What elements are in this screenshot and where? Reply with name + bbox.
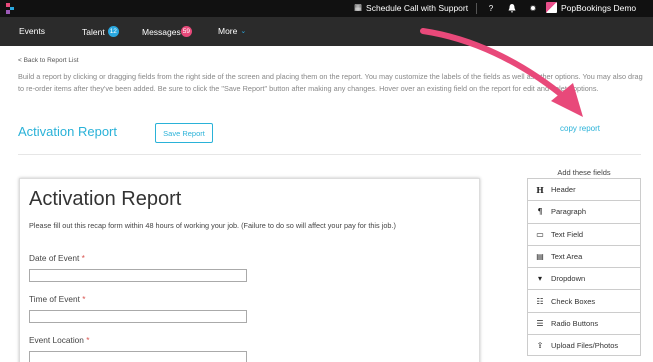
add-checkboxes-label: Check Boxes bbox=[551, 296, 596, 306]
header-icon: H bbox=[536, 184, 544, 195]
nav-events-label: Events bbox=[19, 26, 45, 36]
nav-talent-label: Talent bbox=[82, 26, 105, 37]
field-label-location: Event Location * bbox=[29, 335, 90, 345]
divider bbox=[476, 3, 477, 14]
copy-report-link[interactable]: copy report bbox=[560, 124, 600, 133]
save-report-button[interactable]: Save Report bbox=[155, 123, 213, 143]
nav-events[interactable]: Events bbox=[19, 26, 45, 36]
dropdown-icon: ▾ bbox=[537, 274, 542, 284]
add-text-field-button[interactable]: ▭ Text Field bbox=[527, 222, 641, 245]
talent-count-badge: 12 bbox=[107, 26, 119, 37]
messages-count-badge: 59 bbox=[180, 26, 192, 37]
add-radio-buttons-label: Radio Buttons bbox=[551, 318, 599, 328]
back-to-report-list-link[interactable]: < Back to Report List bbox=[18, 57, 79, 64]
time-of-event-input[interactable] bbox=[29, 310, 247, 323]
logo-icon[interactable] bbox=[6, 3, 14, 14]
paragraph-icon: ¶ bbox=[537, 207, 543, 217]
instructions-text: Build a report by clicking or dragging f… bbox=[18, 72, 643, 93]
report-title: Activation Report bbox=[18, 124, 117, 139]
account-menu[interactable]: PopBookings Demo bbox=[546, 2, 636, 13]
help-icon[interactable]: ? bbox=[486, 3, 496, 13]
field-label-time: Time of Event * bbox=[29, 294, 86, 304]
chevron-down-icon: ⌄ bbox=[240, 28, 247, 35]
radio-buttons-icon: ☰ bbox=[536, 318, 544, 328]
schedule-call-link[interactable]: ▦ Schedule Call with Support bbox=[354, 2, 468, 13]
add-radio-buttons-button[interactable]: ☰ Radio Buttons bbox=[527, 311, 641, 335]
report-form-canvas[interactable]: Activation Report Please fill out this r… bbox=[19, 178, 480, 362]
field-palette: H Header ¶ Paragraph ▭ Text Field ▤ Text… bbox=[527, 178, 641, 357]
gear-icon[interactable]: ✹ bbox=[528, 3, 538, 13]
nav-messages-label: Messages bbox=[142, 26, 181, 37]
palette-title: Add these fields bbox=[557, 168, 611, 177]
add-upload-button[interactable]: ⇪ Upload Files/Photos bbox=[527, 334, 641, 357]
calendar-icon: ▦ bbox=[354, 2, 363, 12]
add-checkboxes-button[interactable]: ☷ Check Boxes bbox=[527, 289, 641, 312]
text-field-icon: ▭ bbox=[536, 229, 544, 239]
upload-icon: ⇪ bbox=[536, 340, 544, 350]
add-header-button[interactable]: H Header bbox=[527, 178, 641, 201]
schedule-call-label: Schedule Call with Support bbox=[366, 2, 469, 13]
nav-talent[interactable]: Talent 12 bbox=[82, 26, 119, 37]
date-of-event-input[interactable] bbox=[29, 269, 247, 282]
add-dropdown-label: Dropdown bbox=[551, 274, 586, 284]
add-dropdown-button[interactable]: ▾ Dropdown bbox=[527, 267, 641, 290]
event-location-input[interactable] bbox=[29, 351, 247, 362]
bell-icon[interactable] bbox=[507, 3, 517, 13]
add-text-area-label: Text Area bbox=[551, 252, 583, 262]
avatar bbox=[546, 2, 557, 13]
field-label-date: Date of Event * bbox=[29, 253, 85, 263]
checkboxes-icon: ☷ bbox=[536, 296, 544, 306]
brand-name: PopBookings Demo bbox=[561, 2, 637, 13]
add-text-field-label: Text Field bbox=[551, 229, 584, 239]
add-header-label: Header bbox=[551, 185, 576, 195]
divider bbox=[18, 154, 641, 155]
main-nav: Events Talent 12 Messages 59 More ⌄ bbox=[0, 17, 653, 46]
add-upload-label: Upload Files/Photos bbox=[551, 340, 619, 350]
nav-more-label: More bbox=[218, 26, 238, 36]
add-paragraph-label: Paragraph bbox=[551, 207, 587, 217]
nav-messages[interactable]: Messages 59 bbox=[142, 26, 192, 37]
top-bar: ▦ Schedule Call with Support ? ✹ PopBook… bbox=[0, 0, 653, 17]
add-text-area-button[interactable]: ▤ Text Area bbox=[527, 244, 641, 268]
form-title: Activation Report bbox=[29, 188, 182, 210]
text-area-icon: ▤ bbox=[536, 252, 544, 262]
nav-more[interactable]: More ⌄ bbox=[218, 26, 246, 36]
form-description: Please fill out this recap form within 4… bbox=[29, 221, 396, 230]
add-paragraph-button[interactable]: ¶ Paragraph bbox=[527, 200, 641, 223]
